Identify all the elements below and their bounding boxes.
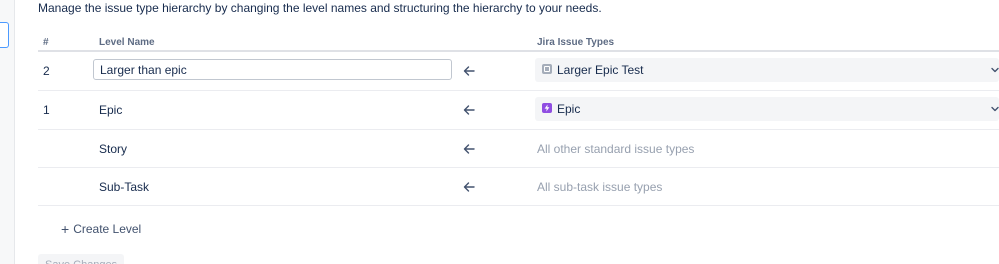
issue-type-select[interactable]: Larger Epic Test bbox=[535, 58, 999, 82]
create-level-label: Create Level bbox=[73, 222, 142, 236]
level-name: Epic bbox=[99, 103, 123, 117]
issue-type-static: All other standard issue types bbox=[537, 141, 695, 156]
left-sidebar bbox=[0, 0, 15, 264]
level-name: Sub-Task bbox=[99, 179, 150, 194]
header-number: # bbox=[43, 37, 49, 48]
sidebar-selected-item[interactable] bbox=[0, 22, 9, 48]
level-number: 2 bbox=[43, 64, 50, 78]
plus-icon: + bbox=[61, 221, 70, 237]
table-header: # Level Name Jira Issue Types bbox=[38, 36, 999, 52]
issue-type-label: Epic bbox=[557, 102, 581, 116]
level-name-input[interactable] bbox=[93, 59, 452, 80]
arrow-left-icon bbox=[463, 105, 475, 115]
issue-type-label: Larger Epic Test bbox=[557, 63, 644, 77]
header-level-name: Level Name bbox=[99, 37, 155, 48]
page-root: Manage the issue type hierarchy by chang… bbox=[0, 0, 999, 264]
epic-lightning-icon bbox=[542, 103, 552, 113]
page-description: Manage the issue type hierarchy by chang… bbox=[38, 1, 602, 15]
save-changes-button[interactable]: Save Changes bbox=[38, 254, 125, 264]
chevron-down-icon bbox=[991, 67, 999, 73]
arrow-left-icon bbox=[463, 181, 475, 192]
issue-type-icon bbox=[542, 64, 552, 74]
arrow-left-icon bbox=[463, 66, 475, 76]
create-level-button[interactable]: + Create Level bbox=[61, 222, 141, 236]
hierarchy-table: # Level Name Jira Issue Types 2 Larger E… bbox=[38, 36, 999, 206]
issue-type-static: All sub-task issue types bbox=[537, 179, 663, 194]
arrow-left-icon bbox=[463, 143, 475, 154]
table-row: Sub-Task All sub-task issue types bbox=[38, 168, 999, 206]
header-issue-types: Jira Issue Types bbox=[537, 37, 615, 48]
level-name: Story bbox=[99, 141, 128, 156]
table-row: 1 Epic Epic bbox=[38, 91, 999, 130]
table-row: 2 Larger Epic Test bbox=[38, 52, 999, 91]
table-row: Story All other standard issue types bbox=[38, 130, 999, 168]
issue-type-select[interactable]: Epic bbox=[535, 97, 999, 121]
level-number: 1 bbox=[43, 103, 50, 117]
chevron-down-icon bbox=[991, 106, 999, 112]
